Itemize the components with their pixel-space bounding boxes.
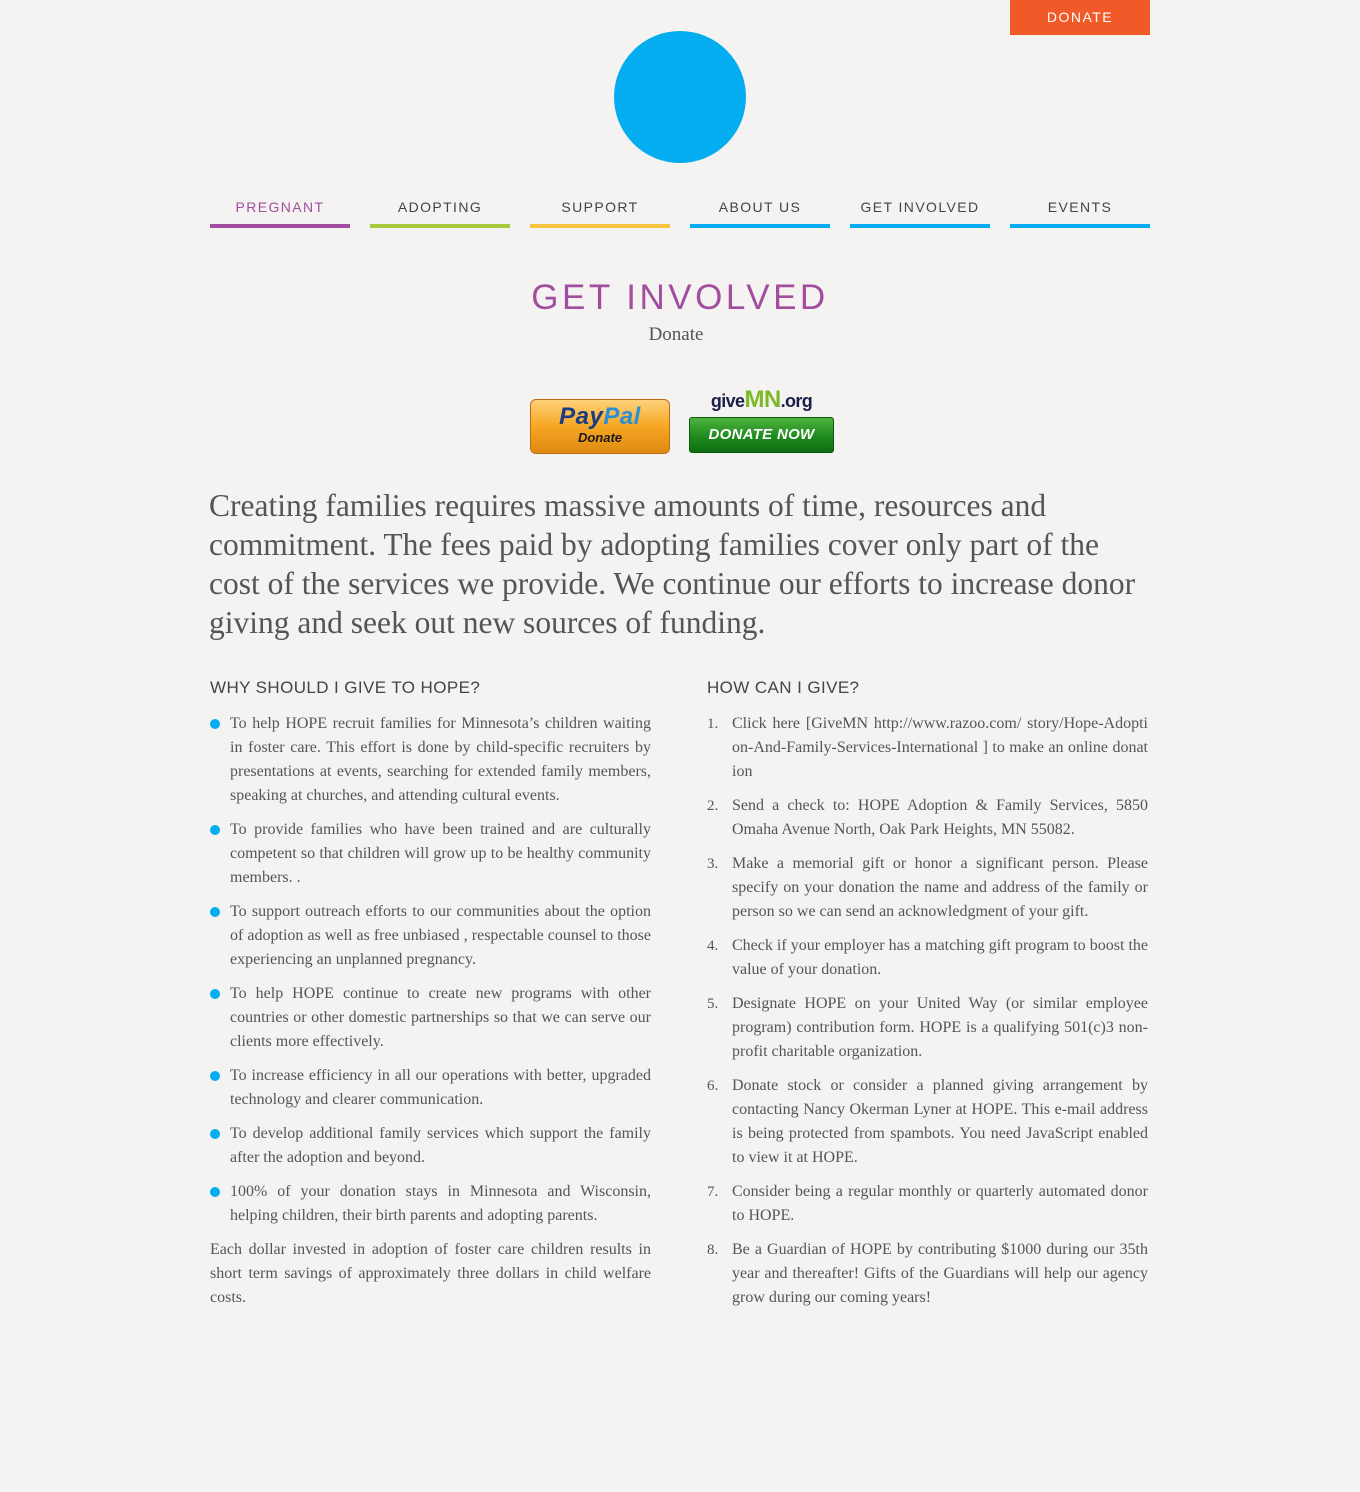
step-text: Be a Guardian of HOPE by contributing $1… [732, 1241, 1148, 1306]
how-give-section: HOW CAN I GIVE? 1. Click here [GiveMN htt… [707, 678, 1148, 1320]
nav-item-pregnant[interactable]: PREGNANT [210, 196, 350, 228]
step-number: 4. [707, 938, 719, 954]
paypal-logo-pay: Pay [559, 403, 604, 430]
step-text: Send a check to: HOPE Adoption & Family … [732, 797, 1148, 838]
list-item: 8. Be a Guardian of HOPE by contributing … [707, 1238, 1148, 1310]
step-number: 2. [707, 798, 719, 814]
step-text: Designate HOPE on your United Way (or si… [732, 995, 1148, 1060]
nav-item-get-involved[interactable]: GET INVOLVED [850, 196, 990, 228]
list-item: To provide families who have been traine… [210, 818, 651, 890]
step-number: 3. [707, 856, 719, 872]
list-item: 7. Consider being a regular monthly or qu… [707, 1180, 1148, 1228]
page-title: GET INVOLVED [531, 278, 829, 317]
step-text: Check if your employer has a matching gi… [732, 937, 1148, 978]
list-item: 4. Check if your employer has a matching … [707, 934, 1148, 982]
how-give-heading: HOW CAN I GIVE? [707, 678, 860, 697]
list-item: 100% of your donation stays in Minnesota… [210, 1180, 651, 1228]
list-item[interactable]: 1. Click here [GiveMN http://www.razoo.co… [707, 712, 1148, 784]
paypal-logo-pal: Pal [603, 403, 641, 430]
givemn-logo: giveMN.org [689, 387, 834, 414]
nav-item-adopting[interactable]: ADOPTING [370, 196, 510, 228]
step-number: 8. [707, 1242, 719, 1258]
list-item: 3. Make a memorial gift or honor a signif… [707, 852, 1148, 924]
step-text: Make a memorial gift or honor a signific… [732, 855, 1148, 920]
how-give-list: 1. Click here [GiveMN http://www.razoo.co… [707, 712, 1148, 1310]
why-give-list: To help HOPE recruit families for Minnes… [210, 712, 651, 1228]
list-item: To help HOPE continue to create new prog… [210, 982, 651, 1054]
step-number: 5. [707, 996, 719, 1012]
list-item: To support outreach efforts to our commu… [210, 900, 651, 972]
nav-item-about-us[interactable]: ABOUT US [690, 196, 830, 228]
step-number: 7. [707, 1184, 719, 1200]
list-item: To develop additional family services wh… [210, 1122, 651, 1170]
donate-button[interactable]: DONATE [1010, 0, 1150, 35]
paypal-donate-label: Donate [577, 430, 623, 445]
givemn-donate: giveMN.org DONATE NOW [689, 387, 834, 453]
list-item: 6. Donate stock or consider a planned giv… [707, 1074, 1148, 1170]
step-text: Donate stock or consider a planned givin… [732, 1077, 1148, 1166]
site-logo[interactable] [614, 31, 746, 163]
step-text[interactable]: Click here [GiveMN http://www.razoo.com/… [732, 715, 1148, 780]
list-item: 5. Designate HOPE on your United Way (or … [707, 992, 1148, 1064]
step-text: Consider being a regular monthly or quar… [732, 1183, 1148, 1224]
why-give-heading: WHY SHOULD I GIVE TO HOPE? [210, 678, 481, 697]
step-number: 1. [707, 716, 719, 732]
nav-item-support[interactable]: SUPPORT [530, 196, 670, 228]
givemn-logo-org: .org [780, 391, 813, 411]
nav-item-events[interactable]: EVENTS [1010, 196, 1150, 228]
list-item: To help HOPE recruit families for Minnes… [210, 712, 651, 808]
paypal-donate-button[interactable]: PayPal Donate [530, 399, 670, 454]
lead-paragraph: Creating families requires massive amoun… [209, 488, 1136, 640]
step-number: 6. [707, 1078, 719, 1094]
why-give-closing: Each dollar invested in adoption of fost… [210, 1241, 651, 1306]
why-give-section: WHY SHOULD I GIVE TO HOPE? To help HOPE … [210, 678, 651, 1310]
main-nav: PREGNANT ADOPTING SUPPORT ABOUT US GET I… [210, 196, 1150, 228]
givemn-logo-give: give [710, 391, 745, 411]
list-item: To increase efficiency in all our operat… [210, 1064, 651, 1112]
page-subtitle: Donate [648, 324, 704, 345]
givemn-logo-mn: MN [744, 386, 781, 413]
givemn-donate-now-button[interactable]: DONATE NOW [689, 417, 834, 453]
paypal-logo: PayPal [531, 404, 669, 430]
list-item: 2. Send a check to: HOPE Adoption & Famil… [707, 794, 1148, 842]
